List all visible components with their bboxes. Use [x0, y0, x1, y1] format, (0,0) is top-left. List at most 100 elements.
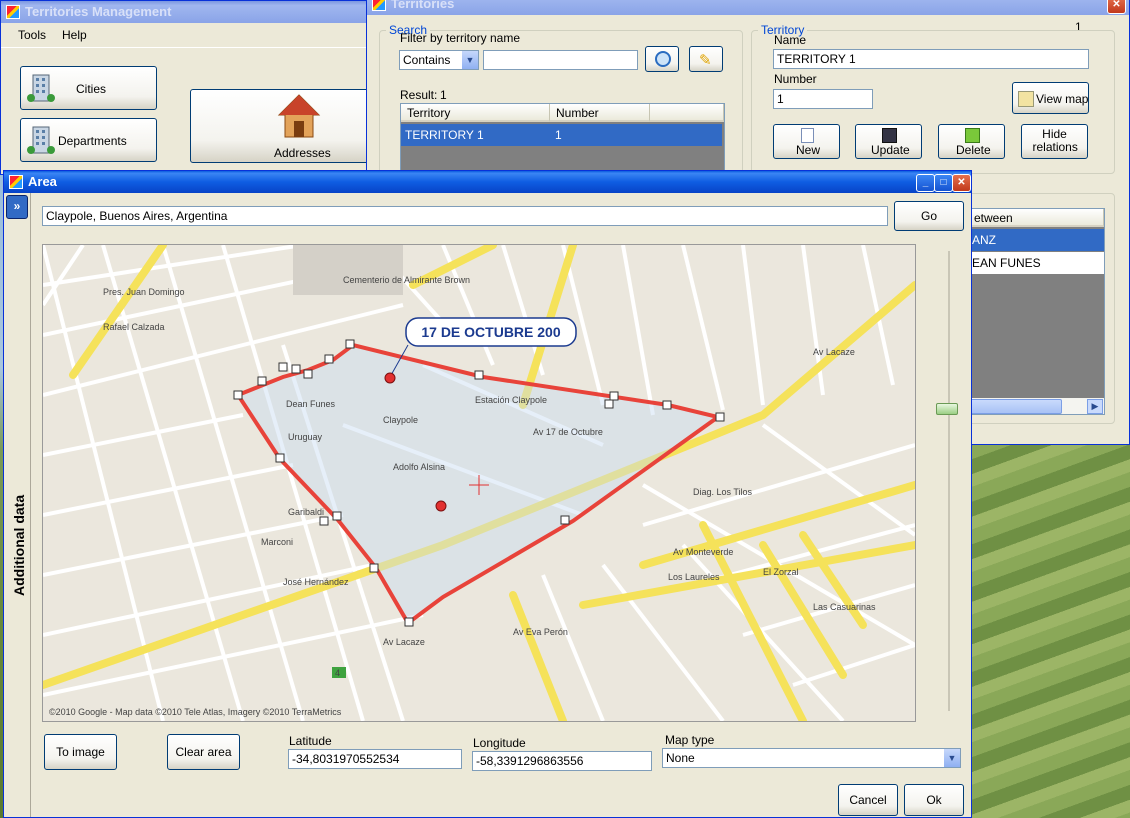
- cancel-button[interactable]: Cancel: [838, 784, 898, 816]
- col-number[interactable]: Number: [550, 104, 650, 122]
- filter-text-input[interactable]: [483, 50, 638, 70]
- map-canvas[interactable]: 17 DE OCTUBRE 200 Cementerio de Almirant…: [43, 245, 915, 721]
- vertex-handle[interactable]: [560, 515, 570, 525]
- side-panel[interactable]: » Additional data: [4, 193, 31, 817]
- map-label-alsina: Adolfo Alsina: [393, 462, 445, 472]
- row-number: 1: [555, 128, 562, 142]
- table-row[interactable]: TERRITORY 1 1: [401, 124, 722, 146]
- vertex-handle[interactable]: [345, 339, 355, 349]
- departments-label: Departments: [58, 134, 127, 148]
- filter-mode-value: Contains: [403, 53, 451, 67]
- list-item[interactable]: ANZ: [968, 229, 1104, 251]
- delete-button[interactable]: Delete: [938, 124, 1005, 159]
- vertex-handle[interactable]: [257, 376, 267, 386]
- vertex-handle[interactable]: [609, 391, 619, 401]
- new-label: New: [796, 143, 821, 157]
- map-icon: [1018, 91, 1034, 107]
- vertex-handle[interactable]: [319, 516, 329, 526]
- vertex-handle[interactable]: [275, 453, 285, 463]
- map-type-select[interactable]: None ▼: [662, 748, 961, 768]
- clear-area-button[interactable]: Clear area: [167, 734, 240, 770]
- marker-pin[interactable]: [435, 500, 447, 512]
- col-territory[interactable]: Territory: [401, 104, 550, 122]
- chevron-down-icon[interactable]: ▼: [462, 51, 478, 69]
- vertex-handle[interactable]: [715, 412, 725, 422]
- close-icon[interactable]: ✕: [1107, 0, 1126, 14]
- latitude-input[interactable]: -34,8031970552534: [288, 749, 462, 769]
- longitude-input[interactable]: -58,3391296863556: [472, 751, 652, 771]
- map-label-calzada: Rafael Calzada: [103, 322, 165, 332]
- vertex-handle[interactable]: [474, 370, 484, 380]
- name-input[interactable]: TERRITORY 1: [773, 49, 1089, 69]
- number-input[interactable]: 1: [773, 89, 873, 109]
- map-label-peron: Pres. Juan Domingo: [103, 287, 185, 297]
- chevron-down-icon[interactable]: ▼: [944, 749, 960, 767]
- save-icon: [882, 128, 897, 143]
- chevron-right-icon[interactable]: ▶: [1087, 399, 1103, 414]
- area-titlebar[interactable]: Area _ □ ✕: [4, 171, 971, 193]
- list-item[interactable]: EAN FUNES: [968, 252, 1104, 274]
- cities-button[interactable]: Cities: [20, 66, 157, 110]
- map-label-eva-peron: Av Eva Perón: [513, 627, 568, 637]
- vertex-handle[interactable]: [291, 364, 301, 374]
- expand-panel-button[interactable]: »: [6, 195, 28, 219]
- search-button[interactable]: [645, 46, 679, 72]
- vertex-handle[interactable]: [604, 399, 614, 409]
- territories-table[interactable]: Territory Number TERRITORY 1 1: [400, 103, 725, 171]
- map-label-garibaldi: Garibaldi: [288, 507, 324, 517]
- vertex-handle[interactable]: [278, 362, 288, 372]
- col-between[interactable]: etween: [968, 209, 1104, 227]
- to-image-button[interactable]: To image: [44, 734, 117, 770]
- relations-table[interactable]: etween ANZ EAN FUNES ▶: [967, 208, 1105, 415]
- filter-mode-select[interactable]: Contains ▼: [399, 50, 479, 70]
- route-shield-label: 4: [335, 668, 340, 678]
- address-search-input[interactable]: Claypole, Buenos Aires, Argentina: [42, 206, 888, 226]
- addresses-button[interactable]: Addresses: [190, 89, 370, 163]
- map-label-zorzal: El Zorzal: [763, 567, 799, 577]
- zoom-slider[interactable]: [936, 251, 958, 711]
- map-label-monteverde: Av Monteverde: [673, 547, 733, 557]
- close-icon[interactable]: ✕: [952, 174, 971, 192]
- vertex-handle[interactable]: [404, 617, 414, 627]
- search-icon: [655, 51, 671, 67]
- menubar: Tools Help: [1, 23, 369, 48]
- scroll-thumb[interactable]: [968, 399, 1062, 414]
- menu-tools[interactable]: Tools: [18, 28, 46, 42]
- cemetery-area: [293, 245, 403, 295]
- departments-button[interactable]: Departments: [20, 118, 157, 162]
- marker-pin[interactable]: [384, 372, 396, 384]
- hide-relations-button[interactable]: Hide relations: [1021, 124, 1088, 159]
- delete-label: Delete: [956, 143, 991, 157]
- col-filler: [650, 104, 724, 122]
- vertex-handle[interactable]: [324, 354, 334, 364]
- broom-icon: ✎: [699, 52, 712, 69]
- map-label-hernandez: José Hernández: [283, 577, 349, 587]
- vertex-handle[interactable]: [233, 390, 243, 400]
- map-label-tilos: Diag. Los Tilos: [693, 487, 753, 497]
- map-label-claypole: Claypole: [383, 415, 418, 425]
- ok-button[interactable]: Ok: [904, 784, 964, 816]
- go-button[interactable]: Go: [894, 201, 964, 231]
- result-count: 1: [440, 88, 447, 102]
- menu-help[interactable]: Help: [62, 28, 87, 42]
- vertex-handle[interactable]: [369, 563, 379, 573]
- vertex-handle[interactable]: [662, 400, 672, 410]
- zoom-thumb[interactable]: [936, 403, 958, 415]
- maximize-icon[interactable]: □: [934, 174, 953, 192]
- map-label-uruguay: Uruguay: [288, 432, 323, 442]
- vertex-handle[interactable]: [332, 511, 342, 521]
- app-icon: [6, 5, 20, 19]
- territories-titlebar[interactable]: Territories ✕: [367, 0, 1129, 15]
- clear-filter-button[interactable]: ✎: [689, 46, 723, 72]
- view-map-button[interactable]: View map: [1012, 82, 1089, 114]
- minimize-icon[interactable]: _: [916, 174, 935, 192]
- vertex-handle[interactable]: [303, 369, 313, 379]
- main-titlebar[interactable]: Territories Management: [1, 1, 369, 23]
- horizontal-scrollbar[interactable]: ▶: [968, 398, 1104, 414]
- update-button[interactable]: Update: [855, 124, 922, 159]
- building-icon: [27, 126, 55, 154]
- map-label-casuarinas: Las Casuarinas: [813, 602, 876, 612]
- cities-label: Cities: [76, 82, 107, 96]
- new-button[interactable]: New: [773, 124, 840, 159]
- map-view[interactable]: 17 DE OCTUBRE 200 Cementerio de Almirant…: [42, 244, 916, 722]
